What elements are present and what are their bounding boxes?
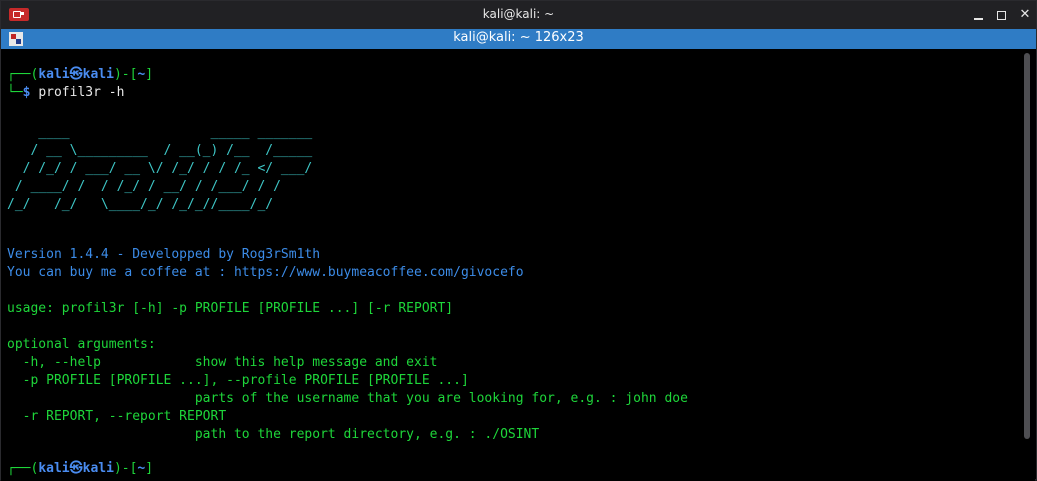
window-title: kali@kali: ~ xyxy=(482,7,555,21)
prompt-frame: )-[ xyxy=(113,67,138,82)
command-line: └─$ profil3r -h xyxy=(7,84,124,102)
prompt-line-2: ┌──(kali㉿kali)-[~] xyxy=(7,460,153,478)
coffee-line: You can buy me a coffee at : https://www… xyxy=(7,265,524,280)
terminal-window: kali@kali: ~ ✕ kali@kali: ~ 126x23 ┌──(k… xyxy=(0,0,1037,481)
minimize-button[interactable] xyxy=(969,5,989,25)
terminal-tab[interactable]: kali@kali: ~ 126x23 xyxy=(1,29,1036,49)
maximize-button[interactable] xyxy=(992,5,1012,25)
prompt-frame: ┌──( xyxy=(7,461,39,476)
maximize-icon xyxy=(997,11,1006,20)
help-line: -h, --help show this help message and ex… xyxy=(7,355,438,370)
version-line: Version 1.4.4 - Developped by Rog3rSm1th xyxy=(7,247,321,262)
prompt-frame: ] xyxy=(145,461,154,476)
close-button[interactable]: ✕ xyxy=(1015,5,1035,25)
prompt-frame: ] xyxy=(145,67,154,82)
command-text: profil3r -h xyxy=(38,85,125,100)
help-line: -r REPORT, --report REPORT xyxy=(7,409,227,424)
scrollbar-thumb[interactable] xyxy=(1024,53,1030,439)
prompt-frame: )-[ xyxy=(113,461,138,476)
banner-line: / /_/ / ___/ __ \/ /_/ / / /_ </ ___/ xyxy=(7,161,313,176)
help-line: path to the report directory, e.g. : ./O… xyxy=(7,427,540,442)
prompt-user-host: kali㉿kali xyxy=(38,67,114,82)
prompt-user-host: kali㉿kali xyxy=(38,461,114,476)
prompt-frame: └─ xyxy=(7,85,23,100)
tab-title: kali@kali: ~ 126x23 xyxy=(453,30,584,45)
optional-arguments-header: optional arguments: xyxy=(7,337,156,352)
help-line: -p PROFILE [PROFILE ...], --profile PROF… xyxy=(7,373,469,388)
usage-line: usage: profil3r [-h] -p PROFILE [PROFILE… xyxy=(7,301,454,316)
window-titlebar[interactable]: kali@kali: ~ ✕ xyxy=(1,1,1036,29)
minimize-icon xyxy=(974,18,983,20)
help-line: parts of the username that you are looki… xyxy=(7,391,688,406)
close-icon: ✕ xyxy=(1019,7,1031,22)
banner-line: ____ _____ _______ xyxy=(7,125,313,140)
terminal-output[interactable]: ┌──(kali㉿kali)-[~] └─$ profil3r -h ____ … xyxy=(1,49,1021,481)
banner-line: / __ \_________ / __(_) /__ /_____ xyxy=(7,143,313,158)
prompt-frame: ┌──( xyxy=(7,67,39,82)
vertical-scrollbar[interactable] xyxy=(1021,49,1035,481)
banner-line: / ____/ / / /_/ / __/ / /___/ / / xyxy=(7,179,281,194)
prompt-dollar: $ xyxy=(22,85,39,100)
prompt-line-1: ┌──(kali㉿kali)-[~] xyxy=(7,66,153,84)
banner-line: /_/ /_/ \____/_/ /_/_//____/_/ xyxy=(7,197,274,212)
